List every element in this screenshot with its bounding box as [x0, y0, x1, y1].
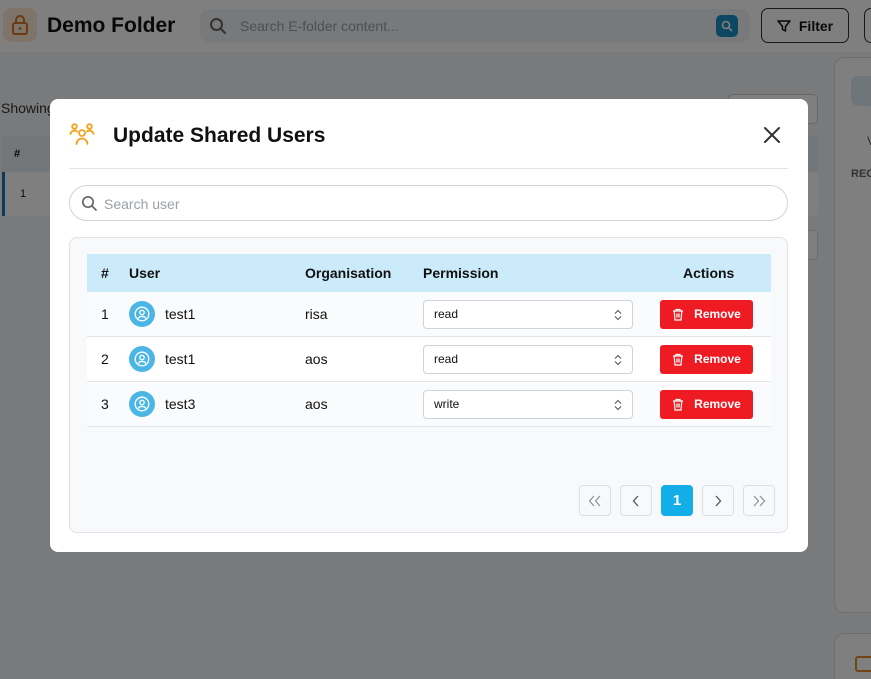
permission-cell: write	[423, 382, 633, 426]
remove-label: Remove	[694, 397, 741, 411]
chevrons-right-icon	[753, 495, 766, 506]
page-button-current[interactable]: 1	[661, 485, 693, 516]
modal-divider	[69, 168, 788, 169]
table-row: 1 test1 risa read Remove	[87, 292, 771, 337]
table-row: 3 test3 aos write Remove	[87, 382, 771, 427]
row-index: 3	[101, 396, 109, 412]
chevron-up-down-icon	[614, 399, 622, 410]
row-index: 1	[101, 306, 109, 322]
actions-cell: Remove	[660, 337, 753, 381]
first-page-button[interactable]	[579, 485, 611, 516]
user-cell: test1	[129, 292, 195, 336]
chevron-up-down-icon	[614, 354, 622, 365]
trash-icon	[673, 353, 684, 366]
permission-select[interactable]: write	[423, 389, 633, 419]
remove-button[interactable]: Remove	[660, 299, 753, 329]
organisation-cell: aos	[305, 396, 328, 412]
organisation-column-header: Organisation	[305, 265, 392, 281]
user-avatar-icon	[129, 301, 155, 327]
organisation-cell: aos	[305, 351, 328, 367]
actions-cell: Remove	[660, 382, 753, 426]
organisation-cell: risa	[305, 306, 328, 322]
remove-button[interactable]: Remove	[660, 344, 753, 374]
actions-cell: Remove	[660, 292, 753, 336]
shared-users-table: # User Organisation Permission Actions 1…	[87, 254, 771, 427]
table-header: # User Organisation Permission Actions	[87, 254, 771, 292]
remove-label: Remove	[694, 307, 741, 321]
previous-page-button[interactable]	[620, 485, 652, 516]
trash-icon	[673, 308, 684, 321]
modal-title: Update Shared Users	[113, 124, 326, 147]
permission-value: read	[434, 352, 459, 366]
permission-value: write	[434, 397, 460, 411]
permission-cell: read	[423, 337, 633, 381]
user-search-input[interactable]	[104, 192, 764, 216]
chevron-up-down-icon	[614, 309, 622, 320]
update-shared-users-modal: Update Shared Users # User Organisation …	[50, 99, 808, 552]
remove-label: Remove	[694, 352, 741, 366]
next-page-button[interactable]	[702, 485, 734, 516]
permission-column-header: Permission	[423, 265, 499, 281]
permission-select[interactable]: read	[423, 299, 633, 329]
users-group-icon	[69, 123, 95, 145]
trash-icon	[673, 398, 684, 411]
last-page-button[interactable]	[743, 485, 775, 516]
permission-select[interactable]: read	[423, 344, 633, 374]
chevrons-left-icon	[588, 495, 601, 506]
user-avatar-icon	[129, 391, 155, 417]
user-name: test1	[165, 351, 196, 367]
user-name: test1	[165, 306, 196, 322]
actions-column-header: Actions	[683, 265, 735, 281]
user-name: test3	[165, 396, 196, 412]
pagination: 1	[579, 485, 775, 516]
chevron-left-icon	[632, 495, 639, 506]
user-avatar-icon	[129, 346, 155, 372]
permission-value: read	[434, 307, 459, 321]
shared-users-card: # User Organisation Permission Actions 1…	[69, 237, 788, 533]
user-search-field[interactable]	[69, 185, 788, 221]
close-icon[interactable]	[761, 124, 783, 146]
permission-cell: read	[423, 292, 633, 336]
user-cell: test1	[129, 337, 195, 381]
chevron-right-icon	[715, 495, 722, 506]
table-row: 2 test1 aos read Remove	[87, 337, 771, 382]
user-cell: test3	[129, 382, 195, 426]
search-icon	[81, 195, 97, 211]
row-index: 2	[101, 351, 109, 367]
index-column-header: #	[101, 265, 109, 281]
remove-button[interactable]: Remove	[660, 389, 753, 419]
user-column-header: User	[129, 265, 161, 281]
